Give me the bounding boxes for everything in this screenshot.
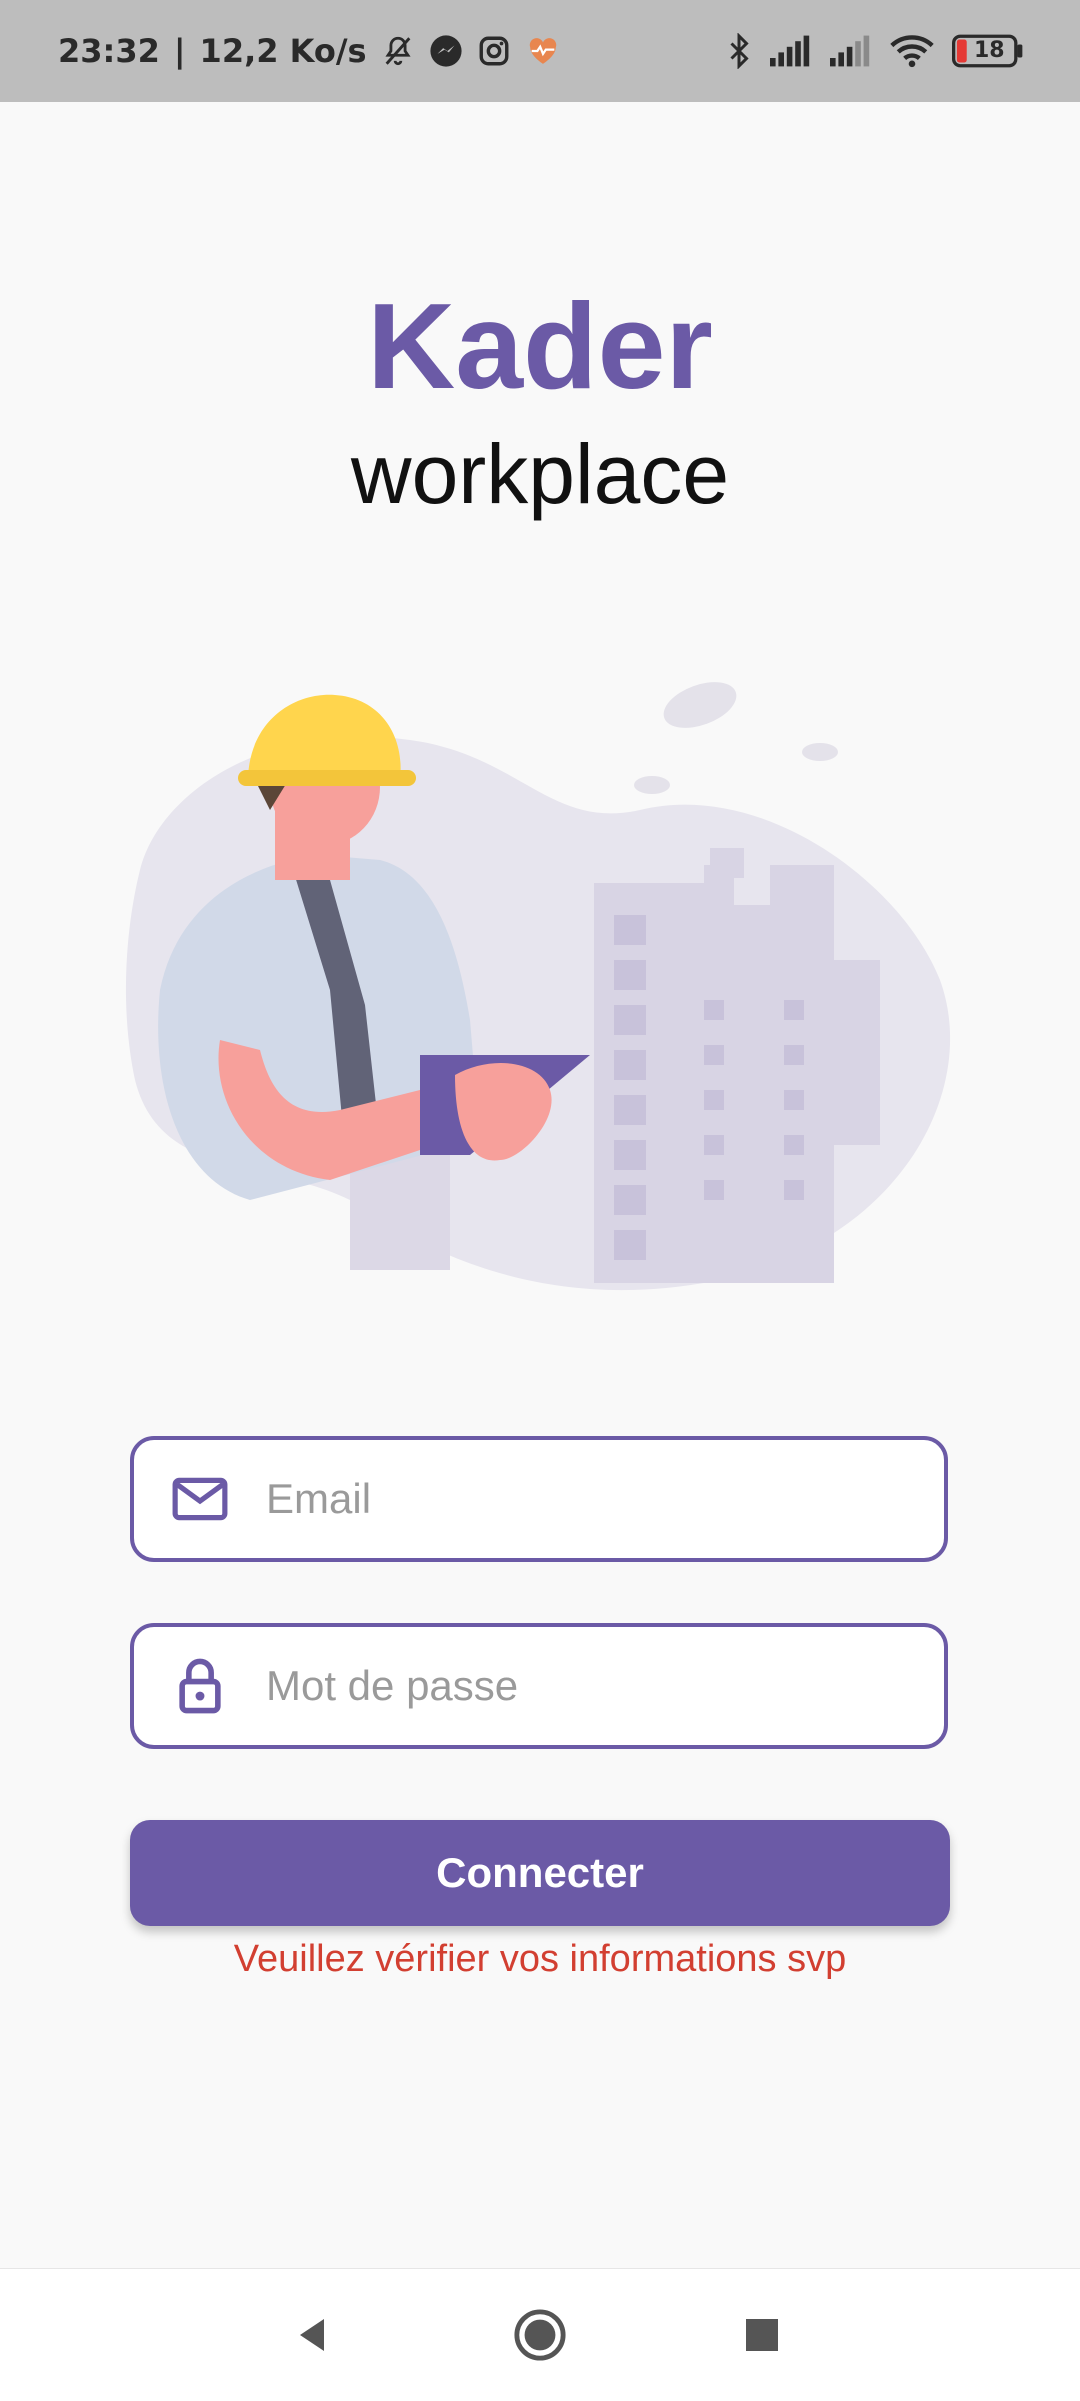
home-icon[interactable] [510,2305,570,2365]
health-icon [525,34,561,68]
instagram-icon [477,34,511,68]
lock-icon [168,1654,232,1718]
error-message: Veuillez vérifier vos informations svp [233,1938,847,1980]
connect-button[interactable]: Connecter [130,1820,950,1926]
battery-icon: 18 [952,34,1024,68]
email-field[interactable] [130,1436,948,1562]
status-bar: 23:32 | 12,2 Ko/s 18 [0,0,1080,102]
network-speed: 12,2 Ko/s [199,32,367,70]
back-icon[interactable] [282,2305,342,2365]
brand-title: Kader [367,278,713,414]
mail-icon [168,1467,232,1531]
password-input[interactable] [264,1661,908,1711]
email-input[interactable] [264,1474,908,1524]
navigation-bar [0,2268,1080,2401]
wifi-icon [890,34,934,68]
signal-icon [770,35,812,67]
password-field[interactable] [130,1623,948,1749]
recents-icon[interactable] [732,2305,792,2365]
bluetooth-icon [726,33,752,69]
brand-tagline: workplace [350,427,730,521]
bell-off-icon [381,34,415,68]
messenger-icon [429,34,463,68]
status-time: 23:32 [58,32,160,70]
battery-level: 18 [974,38,1005,63]
signal-icon [830,35,872,67]
worker-illustration [120,660,960,1300]
